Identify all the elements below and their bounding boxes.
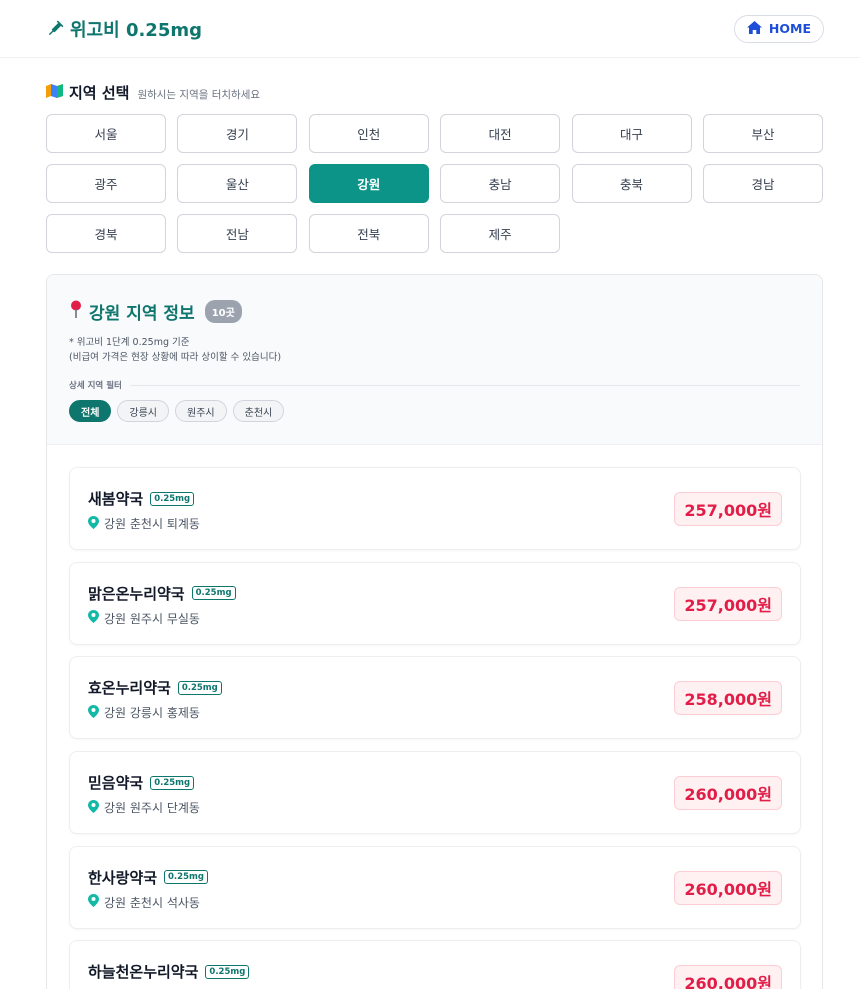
- location-icon: [88, 610, 99, 626]
- app-title: 위고비 0.25mg: [46, 16, 202, 42]
- pharmacy-address: 강원 춘천시 석사동: [88, 894, 200, 911]
- region-section-title-text: 지역 선택: [69, 84, 130, 102]
- pharmacy-name: 하늘천온누리약국: [88, 963, 199, 982]
- region-section-title: 지역 선택: [46, 82, 129, 103]
- region-section-header: 지역 선택 원하시는 지역을 터치하세요: [46, 82, 260, 103]
- dose-badge: 0.25mg: [164, 870, 208, 885]
- price-note-line1: * 위고비 1단계 0.25mg 기준: [69, 337, 190, 348]
- pharmacy-address-text: 강원 춘천시 석사동: [104, 895, 200, 910]
- region-button-gyeongnam[interactable]: 경남: [702, 164, 823, 203]
- pharmacy-name-row: 효온누리약국 0.25mg: [88, 677, 222, 698]
- region-button-gyeonggi[interactable]: 경기: [177, 114, 298, 153]
- panel-title: 강원 지역 정보 10곳: [69, 299, 242, 324]
- panel-title-text: 강원 지역 정보: [89, 304, 195, 324]
- price-note-line2: (비급여 가격은 현장 상황에 따라 상이할 수 있습니다): [69, 352, 282, 363]
- pharmacy-list: 새봄약국 0.25mg 강원 춘천시 퇴계동 257,000원 맑은온누리약국 …: [69, 467, 801, 989]
- filter-divider: [129, 384, 800, 386]
- region-grid: 서울 경기 인천 대전 대구 부산 광주 울산 강원 충남 충북 경남 경북 전…: [46, 114, 823, 253]
- pharmacy-name-row: 새봄약국 0.25mg: [88, 488, 195, 509]
- region-button-daegu[interactable]: 대구: [571, 114, 692, 153]
- pharmacy-address-text: 강원 춘천시 퇴계동: [104, 517, 200, 531]
- pharmacy-name: 믿음약국: [88, 774, 144, 793]
- region-button-jeonbuk[interactable]: 전북: [308, 214, 429, 253]
- pharmacy-address-text: 강원 원주시 단계동: [104, 801, 200, 816]
- location-icon: [88, 704, 99, 721]
- syringe-icon: [46, 20, 64, 38]
- location-icon: [88, 515, 99, 532]
- region-button-gwangju[interactable]: 광주: [46, 164, 166, 203]
- region-button-jeonnam[interactable]: 전남: [177, 214, 298, 253]
- pharmacy-address-text: 강원 강릉시 홍제동: [104, 706, 200, 721]
- filter-label-text: 상세 지역 필터: [69, 381, 122, 391]
- location-icon: [88, 894, 99, 910]
- region-info-panel: 강원 지역 정보 10곳 * 위고비 1단계 0.25mg 기준 (비급여 가격…: [46, 274, 823, 989]
- panel-header: 강원 지역 정보 10곳 * 위고비 1단계 0.25mg 기준 (비급여 가격…: [47, 275, 822, 445]
- pin-icon: [69, 300, 83, 323]
- app-title-text: 위고비 0.25mg: [70, 19, 202, 41]
- home-button[interactable]: HOME: [733, 14, 824, 43]
- price-badge: 260,000원: [674, 870, 782, 905]
- dose-badge: 0.25mg: [177, 680, 222, 695]
- pharmacy-card[interactable]: 한사랑약국 0.25mg 강원 춘천시 석사동 260,000원: [69, 845, 801, 929]
- region-button-gangwon[interactable]: 강원: [308, 164, 429, 203]
- region-button-chungnam[interactable]: 충남: [440, 164, 561, 203]
- pharmacy-name-row: 하늘천온누리약국 0.25mg: [88, 961, 250, 982]
- pharmacy-name-row: 맑은온누리약국 0.25mg: [88, 583, 236, 604]
- pharmacy-name: 효온누리약국: [88, 679, 171, 698]
- region-button-busan[interactable]: 부산: [702, 114, 823, 153]
- pharmacy-name: 새봄약국: [88, 490, 144, 508]
- price-note: * 위고비 1단계 0.25mg 기준 (비급여 가격은 현장 상황에 따라 상…: [69, 335, 281, 365]
- pharmacy-card[interactable]: 효온누리약국 0.25mg 강원 강릉시 홍제동 258,000원: [69, 656, 801, 740]
- price-badge: 258,000원: [674, 681, 782, 716]
- filter-chip-gangneung[interactable]: 강릉시: [117, 400, 170, 422]
- region-section-hint: 원하시는 지역을 터치하세요: [137, 88, 261, 101]
- pharmacy-card[interactable]: 하늘천온누리약국 0.25mg 260,000원: [69, 940, 801, 989]
- location-icon: [88, 799, 99, 816]
- region-button-ulsan[interactable]: 울산: [177, 164, 298, 203]
- home-icon: [746, 20, 762, 37]
- pharmacy-address: 강원 원주시 단계동: [88, 799, 200, 816]
- dose-badge: 0.25mg: [150, 491, 195, 506]
- filter-chip-chuncheon[interactable]: 춘천시: [232, 400, 285, 422]
- region-button-chungbuk[interactable]: 충북: [571, 164, 692, 203]
- dose-badge: 0.25mg: [150, 775, 195, 790]
- pharmacy-address-text: 강원 원주시 무실동: [104, 611, 200, 626]
- price-badge: 260,000원: [674, 776, 782, 811]
- pharmacy-card[interactable]: 맑은온누리약국 0.25mg 강원 원주시 무실동 257,000원: [69, 561, 801, 645]
- price-badge: 257,000원: [674, 492, 782, 526]
- pharmacy-card[interactable]: 새봄약국 0.25mg 강원 춘천시 퇴계동 257,000원: [69, 467, 801, 550]
- pharmacy-name-row: 한사랑약국 0.25mg: [88, 867, 208, 888]
- pharmacy-address: 강원 춘천시 퇴계동: [88, 515, 200, 532]
- pharmacy-name: 한사랑약국: [88, 868, 158, 887]
- region-button-incheon[interactable]: 인천: [308, 114, 429, 153]
- map-icon: [46, 83, 63, 102]
- region-button-jeju[interactable]: 제주: [440, 214, 561, 253]
- price-badge: 257,000원: [674, 586, 782, 621]
- pharmacy-address: 강원 강릉시 홍제동: [88, 704, 200, 721]
- pharmacy-name: 맑은온누리약국: [88, 584, 185, 603]
- filter-chip-wonju[interactable]: 원주시: [175, 400, 227, 422]
- region-button-seoul[interactable]: 서울: [46, 114, 166, 153]
- filter-chip-all[interactable]: 전체: [69, 400, 112, 422]
- pharmacy-address: 강원 원주시 무실동: [88, 610, 200, 627]
- price-badge: 260,000원: [674, 965, 782, 989]
- dose-badge: 0.25mg: [205, 964, 250, 979]
- region-button-daejeon[interactable]: 대전: [440, 114, 561, 153]
- filter-label: 상세 지역 필터: [69, 379, 800, 391]
- home-button-label: HOME: [768, 21, 811, 36]
- pharmacy-card[interactable]: 믿음약국 0.25mg 강원 원주시 단계동 260,000원: [69, 751, 801, 835]
- dose-badge: 0.25mg: [191, 586, 236, 601]
- filter-chips: 전체 강릉시 원주시 춘천시: [69, 400, 285, 422]
- count-badge: 10곳: [204, 300, 242, 323]
- top-bar: 위고비 0.25mg HOME: [0, 0, 860, 58]
- pharmacy-name-row: 믿음약국 0.25mg: [88, 772, 195, 793]
- region-button-gyeongbuk[interactable]: 경북: [46, 214, 166, 253]
